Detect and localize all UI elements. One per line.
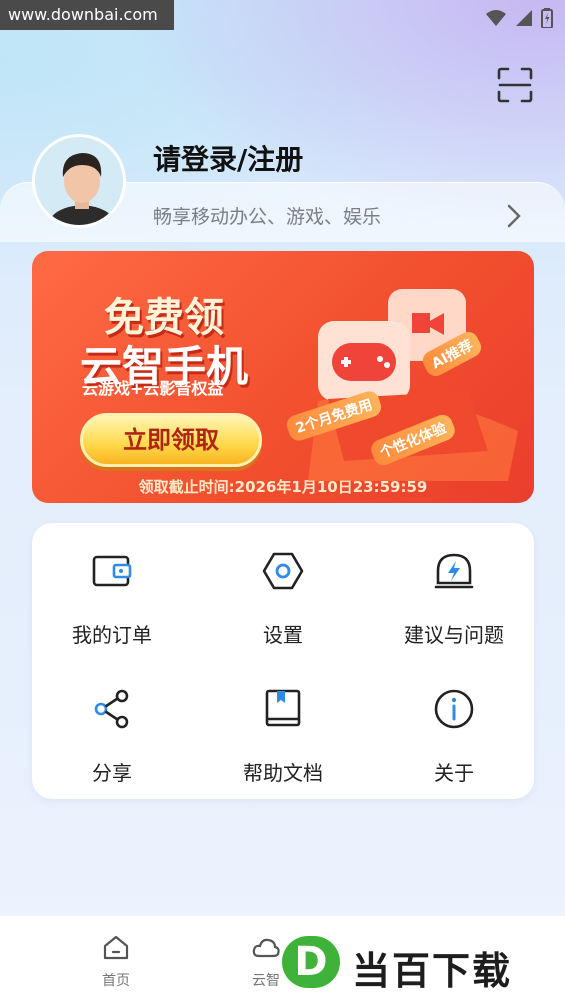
status-bar [485,8,553,28]
wallet-icon [92,555,132,587]
promo-banner[interactable]: 免费领 云智手机 云游戏+云影音权益 立即领取 领取截止时间:2026年1月10… [32,251,534,503]
menu-item-settings[interactable]: 设置 [203,549,363,648]
menu-item-help-docs[interactable]: 帮助文档 [203,687,363,786]
menu-item-label: 关于 [434,761,474,785]
logo-text: 当百下载 [352,949,513,993]
scan-icon[interactable] [496,66,534,104]
chevron-right-icon[interactable] [504,202,524,230]
watermark-url: www.downbai.com [0,0,174,30]
signal-icon [516,10,532,26]
info-icon [434,689,474,729]
menu-item-about[interactable]: 关于 [374,687,534,786]
login-title[interactable]: 请登录/注册 [153,138,303,178]
banner-subtitle: 云游戏+云影音权益 [82,379,224,398]
avatar[interactable] [32,134,126,228]
battery-icon [541,8,553,28]
nav-label: 首页 [102,973,130,989]
feedback-lightning-icon [434,553,474,589]
menu-item-share[interactable]: 分享 [32,687,192,786]
share-icon [94,689,129,729]
home-icon [103,935,129,960]
wifi-icon [486,10,506,26]
site-logo-watermark: D 当百下载 [280,928,565,998]
hexagon-settings-icon [262,552,304,590]
login-subtitle: 畅享移动办公、游戏、娱乐 [153,206,382,228]
logo-letter: D [282,936,340,988]
menu-item-label: 建议与问题 [404,623,504,647]
book-icon [265,689,301,727]
nav-home[interactable]: 首页 [86,934,146,990]
cloud-home-icon [252,938,280,958]
menu-item-label: 帮助文档 [243,761,323,785]
menu-item-label: 我的订单 [72,623,152,647]
menu-item-orders[interactable]: 我的订单 [32,549,192,648]
menu-item-label: 分享 [92,761,132,785]
menu-grid-card: 我的订单 设置 建议与问题 分享 帮助文档 关于 [32,523,534,799]
menu-item-label: 设置 [263,623,303,647]
menu-item-feedback[interactable]: 建议与问题 [374,549,534,648]
claim-button[interactable]: 立即领取 [80,413,262,467]
